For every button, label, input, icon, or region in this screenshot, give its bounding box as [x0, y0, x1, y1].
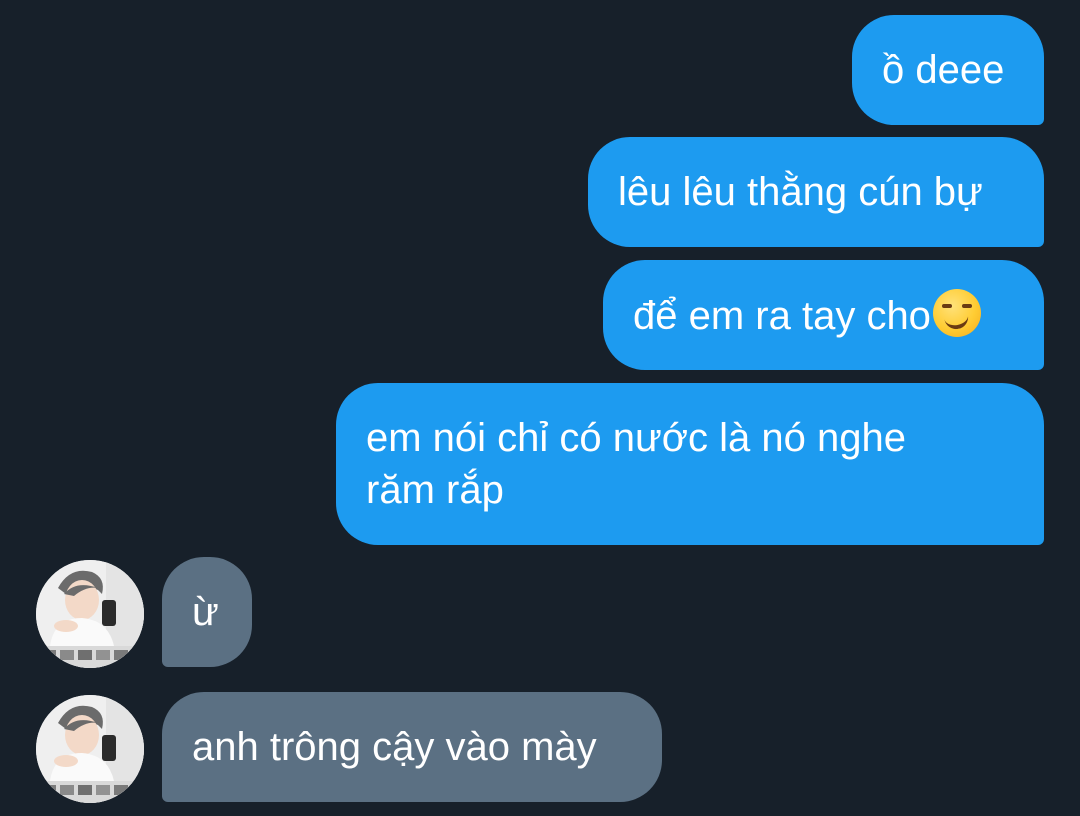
avatar[interactable]	[36, 695, 144, 803]
message-bubble-sent[interactable]: để em ra tay cho	[603, 260, 1044, 370]
message-text: để em ra tay cho	[633, 288, 981, 342]
message-text: em nói chỉ có nước là nó nghe răm rắp	[366, 416, 906, 512]
chat-conversation: ồ deee lêu lêu thằng cún bự để em ra tay…	[0, 0, 1080, 816]
message-bubble-received[interactable]: anh trông cậy vào mày	[162, 692, 662, 802]
message-text: lêu lêu thằng cún bự	[618, 170, 983, 214]
message-text: anh trông cậy vào mày	[192, 725, 597, 769]
message-bubble-sent[interactable]: em nói chỉ có nước là nó nghe răm rắp	[336, 383, 1044, 545]
avatar[interactable]	[36, 560, 144, 668]
message-bubble-sent[interactable]: lêu lêu thằng cún bự	[588, 137, 1044, 247]
message-bubble-received[interactable]: ừ	[162, 557, 252, 667]
profile-photo-icon	[36, 560, 144, 668]
message-text: ồ deee	[882, 48, 1005, 92]
message-bubble-sent[interactable]: ồ deee	[852, 15, 1044, 125]
profile-photo-icon	[36, 695, 144, 803]
message-text: ừ	[192, 590, 219, 634]
smirking-face-emoji-icon	[932, 288, 981, 337]
